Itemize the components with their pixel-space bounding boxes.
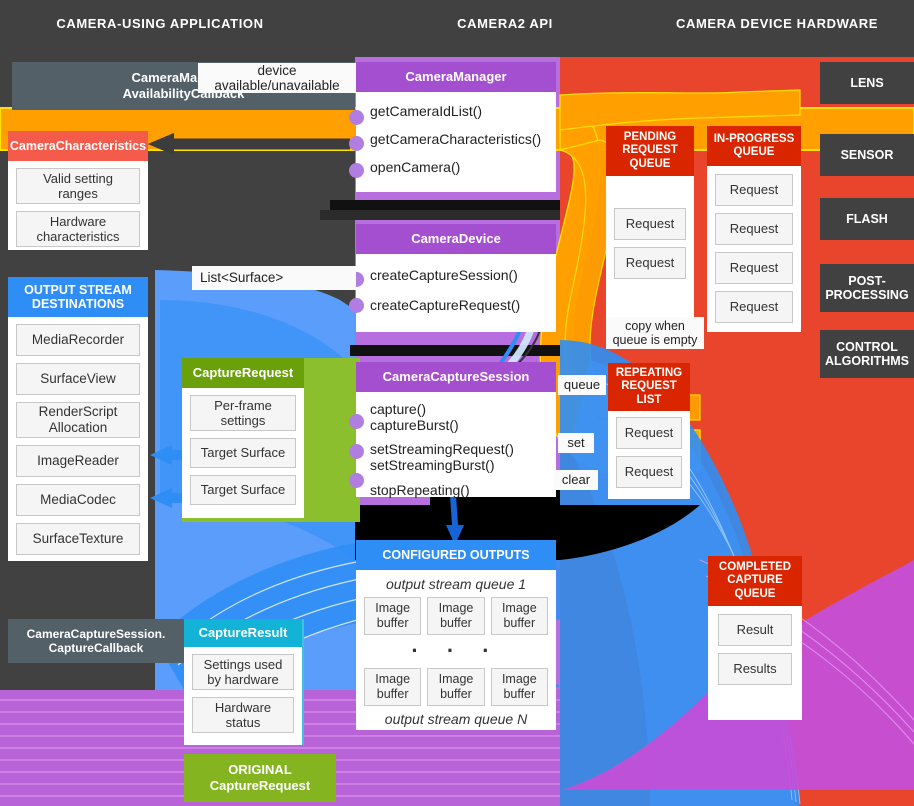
- method-capture[interactable]: capture() captureBurst(): [366, 401, 550, 433]
- output-stream-item[interactable]: RenderScript Allocation: [16, 402, 140, 438]
- image-buffer: Image buffer: [427, 668, 485, 706]
- pending-request-queue-title: PENDING REQUEST QUEUE: [606, 126, 694, 176]
- output-stream-queue-last: output stream queue N: [384, 711, 528, 727]
- capture-result-item: Settings used by hardware: [192, 654, 294, 690]
- completed-result-item: Result: [718, 614, 792, 646]
- list-surface-label: List<Surface>: [192, 266, 356, 290]
- connector-dot: [349, 298, 364, 313]
- method-createCaptureSession[interactable]: createCaptureSession(): [366, 268, 550, 282]
- connector-dot: [349, 473, 364, 488]
- camera-device-title: CameraDevice: [356, 224, 556, 254]
- camera-capture-session-title: CameraCaptureSession: [356, 362, 556, 392]
- clear-label: clear: [554, 470, 598, 490]
- method-getCameraCharacteristics[interactable]: getCameraCharacteristics(): [366, 132, 550, 146]
- pending-request-queue-card: PENDING REQUEST QUEUE Request Request: [606, 126, 694, 324]
- camera-manager-title: CameraManager: [356, 62, 556, 92]
- camera-characteristics-card: CameraCharacteristics Valid setting rang…: [8, 131, 148, 250]
- capture-result-item: Hardware status: [192, 697, 294, 733]
- original-capture-request-block: ORIGINAL CaptureRequest: [184, 754, 336, 802]
- copy-when-empty-note: copy when queue is empty: [606, 317, 704, 349]
- capture-result-card: CaptureResult Settings used by hardware …: [184, 619, 302, 745]
- method-setStreamingRequest[interactable]: setStreamingRequest() setStreamingBurst(…: [366, 441, 550, 473]
- connector-dot: [349, 110, 364, 125]
- method-stopRepeating[interactable]: stopRepeating(): [366, 483, 550, 497]
- repeating-request-list-card: REPEATING REQUEST LIST Request Request: [608, 363, 690, 499]
- camera-manager-card: CameraManager getCameraIdList() getCamer…: [356, 62, 556, 192]
- hardware-block-post-processing: POST- PROCESSING: [820, 264, 914, 312]
- output-stream-item[interactable]: SurfaceView: [16, 363, 140, 395]
- inprogress-request-item: Request: [715, 174, 793, 206]
- configured-outputs-card: CONFIGURED OUTPUTS output stream queue 1…: [356, 540, 556, 730]
- repeating-request-list-title: REPEATING REQUEST LIST: [608, 363, 690, 411]
- image-buffer: Image buffer: [490, 597, 548, 635]
- inprogress-queue-card: IN-PROGRESS QUEUE Request Request Reques…: [707, 126, 801, 332]
- camera-device-card: CameraDevice createCaptureSession() crea…: [356, 224, 556, 332]
- method-openCamera[interactable]: openCamera(): [366, 160, 550, 174]
- hardware-block-control-algorithms: CONTROL ALGORITHMS: [820, 330, 914, 378]
- connector-dot: [349, 444, 364, 459]
- image-buffer: Image buffer: [427, 597, 485, 635]
- capture-result-title: CaptureResult: [184, 619, 302, 647]
- repeating-request-item: Request: [616, 456, 682, 488]
- output-stream-item[interactable]: SurfaceTexture: [16, 523, 140, 555]
- output-stream-destinations-card: OUTPUT STREAM DESTINATIONS MediaRecorder…: [8, 277, 148, 561]
- image-buffer: Image buffer: [364, 668, 422, 706]
- inprogress-queue-title: IN-PROGRESS QUEUE: [707, 126, 801, 166]
- output-stream-item[interactable]: MediaCodec: [16, 484, 140, 516]
- completed-capture-queue-title: COMPLETED CAPTURE QUEUE: [708, 556, 802, 606]
- header-hardware: CAMERA DEVICE HARDWARE: [676, 16, 878, 31]
- ellipsis: · · ·: [411, 638, 501, 663]
- camera-characteristics-title: CameraCharacteristics: [8, 131, 148, 161]
- camera-capture-session-card: CameraCaptureSession capture() captureBu…: [356, 362, 556, 497]
- header-bar: CAMERA-USING APPLICATION CAMERA2 API CAM…: [0, 0, 914, 57]
- method-getCameraIdList[interactable]: getCameraIdList(): [366, 104, 550, 118]
- characteristics-item: Valid setting ranges: [16, 168, 140, 204]
- header-api: CAMERA2 API: [457, 16, 553, 31]
- capture-request-title: CaptureRequest: [182, 358, 304, 388]
- capture-request-item: Target Surface: [190, 475, 296, 505]
- image-buffer-row: Image buffer Image buffer Image buffer: [364, 668, 548, 706]
- capture-request-item: Target Surface: [190, 438, 296, 468]
- pending-request-item: Request: [614, 247, 686, 279]
- device-availability-label: device available/unavailable: [198, 63, 356, 93]
- completed-result-item: Results: [718, 653, 792, 685]
- output-streams-title: OUTPUT STREAM DESTINATIONS: [8, 277, 148, 317]
- set-label: set: [558, 433, 594, 453]
- output-stream-queue-first: output stream queue 1: [385, 576, 527, 592]
- output-stream-item[interactable]: MediaRecorder: [16, 324, 140, 356]
- inprogress-request-item: Request: [715, 291, 793, 323]
- capture-callback-block: CameraCaptureSession. CaptureCallback: [8, 619, 184, 663]
- hardware-block-lens: LENS: [820, 62, 914, 104]
- characteristics-item: Hardware characteristics: [16, 211, 140, 247]
- hardware-block-sensor: SENSOR: [820, 134, 914, 176]
- configured-outputs-title: CONFIGURED OUTPUTS: [356, 540, 556, 570]
- completed-capture-queue-card: COMPLETED CAPTURE QUEUE Result Results: [708, 556, 802, 720]
- diagram-canvas: CAMERA-USING APPLICATION CAMERA2 API CAM…: [0, 0, 914, 806]
- header-app: CAMERA-USING APPLICATION: [56, 16, 264, 31]
- repeating-request-item: Request: [616, 417, 682, 449]
- queue-label: queue: [558, 375, 606, 395]
- hardware-block-flash: FLASH: [820, 198, 914, 240]
- connector-dot: [349, 136, 364, 151]
- output-stream-item[interactable]: ImageReader: [16, 445, 140, 477]
- image-buffer: Image buffer: [490, 668, 548, 706]
- inprogress-request-item: Request: [715, 252, 793, 284]
- connector-dot: [349, 163, 364, 178]
- image-buffer: Image buffer: [364, 597, 422, 635]
- image-buffer-row: Image buffer Image buffer Image buffer: [364, 597, 548, 635]
- capture-request-card-main: CaptureRequest Per-frame settings Target…: [182, 358, 304, 518]
- capture-request-item: Per-frame settings: [190, 395, 296, 431]
- method-createCaptureRequest[interactable]: createCaptureRequest(): [366, 298, 550, 312]
- pending-request-item: Request: [614, 208, 686, 240]
- inprogress-request-item: Request: [715, 213, 793, 245]
